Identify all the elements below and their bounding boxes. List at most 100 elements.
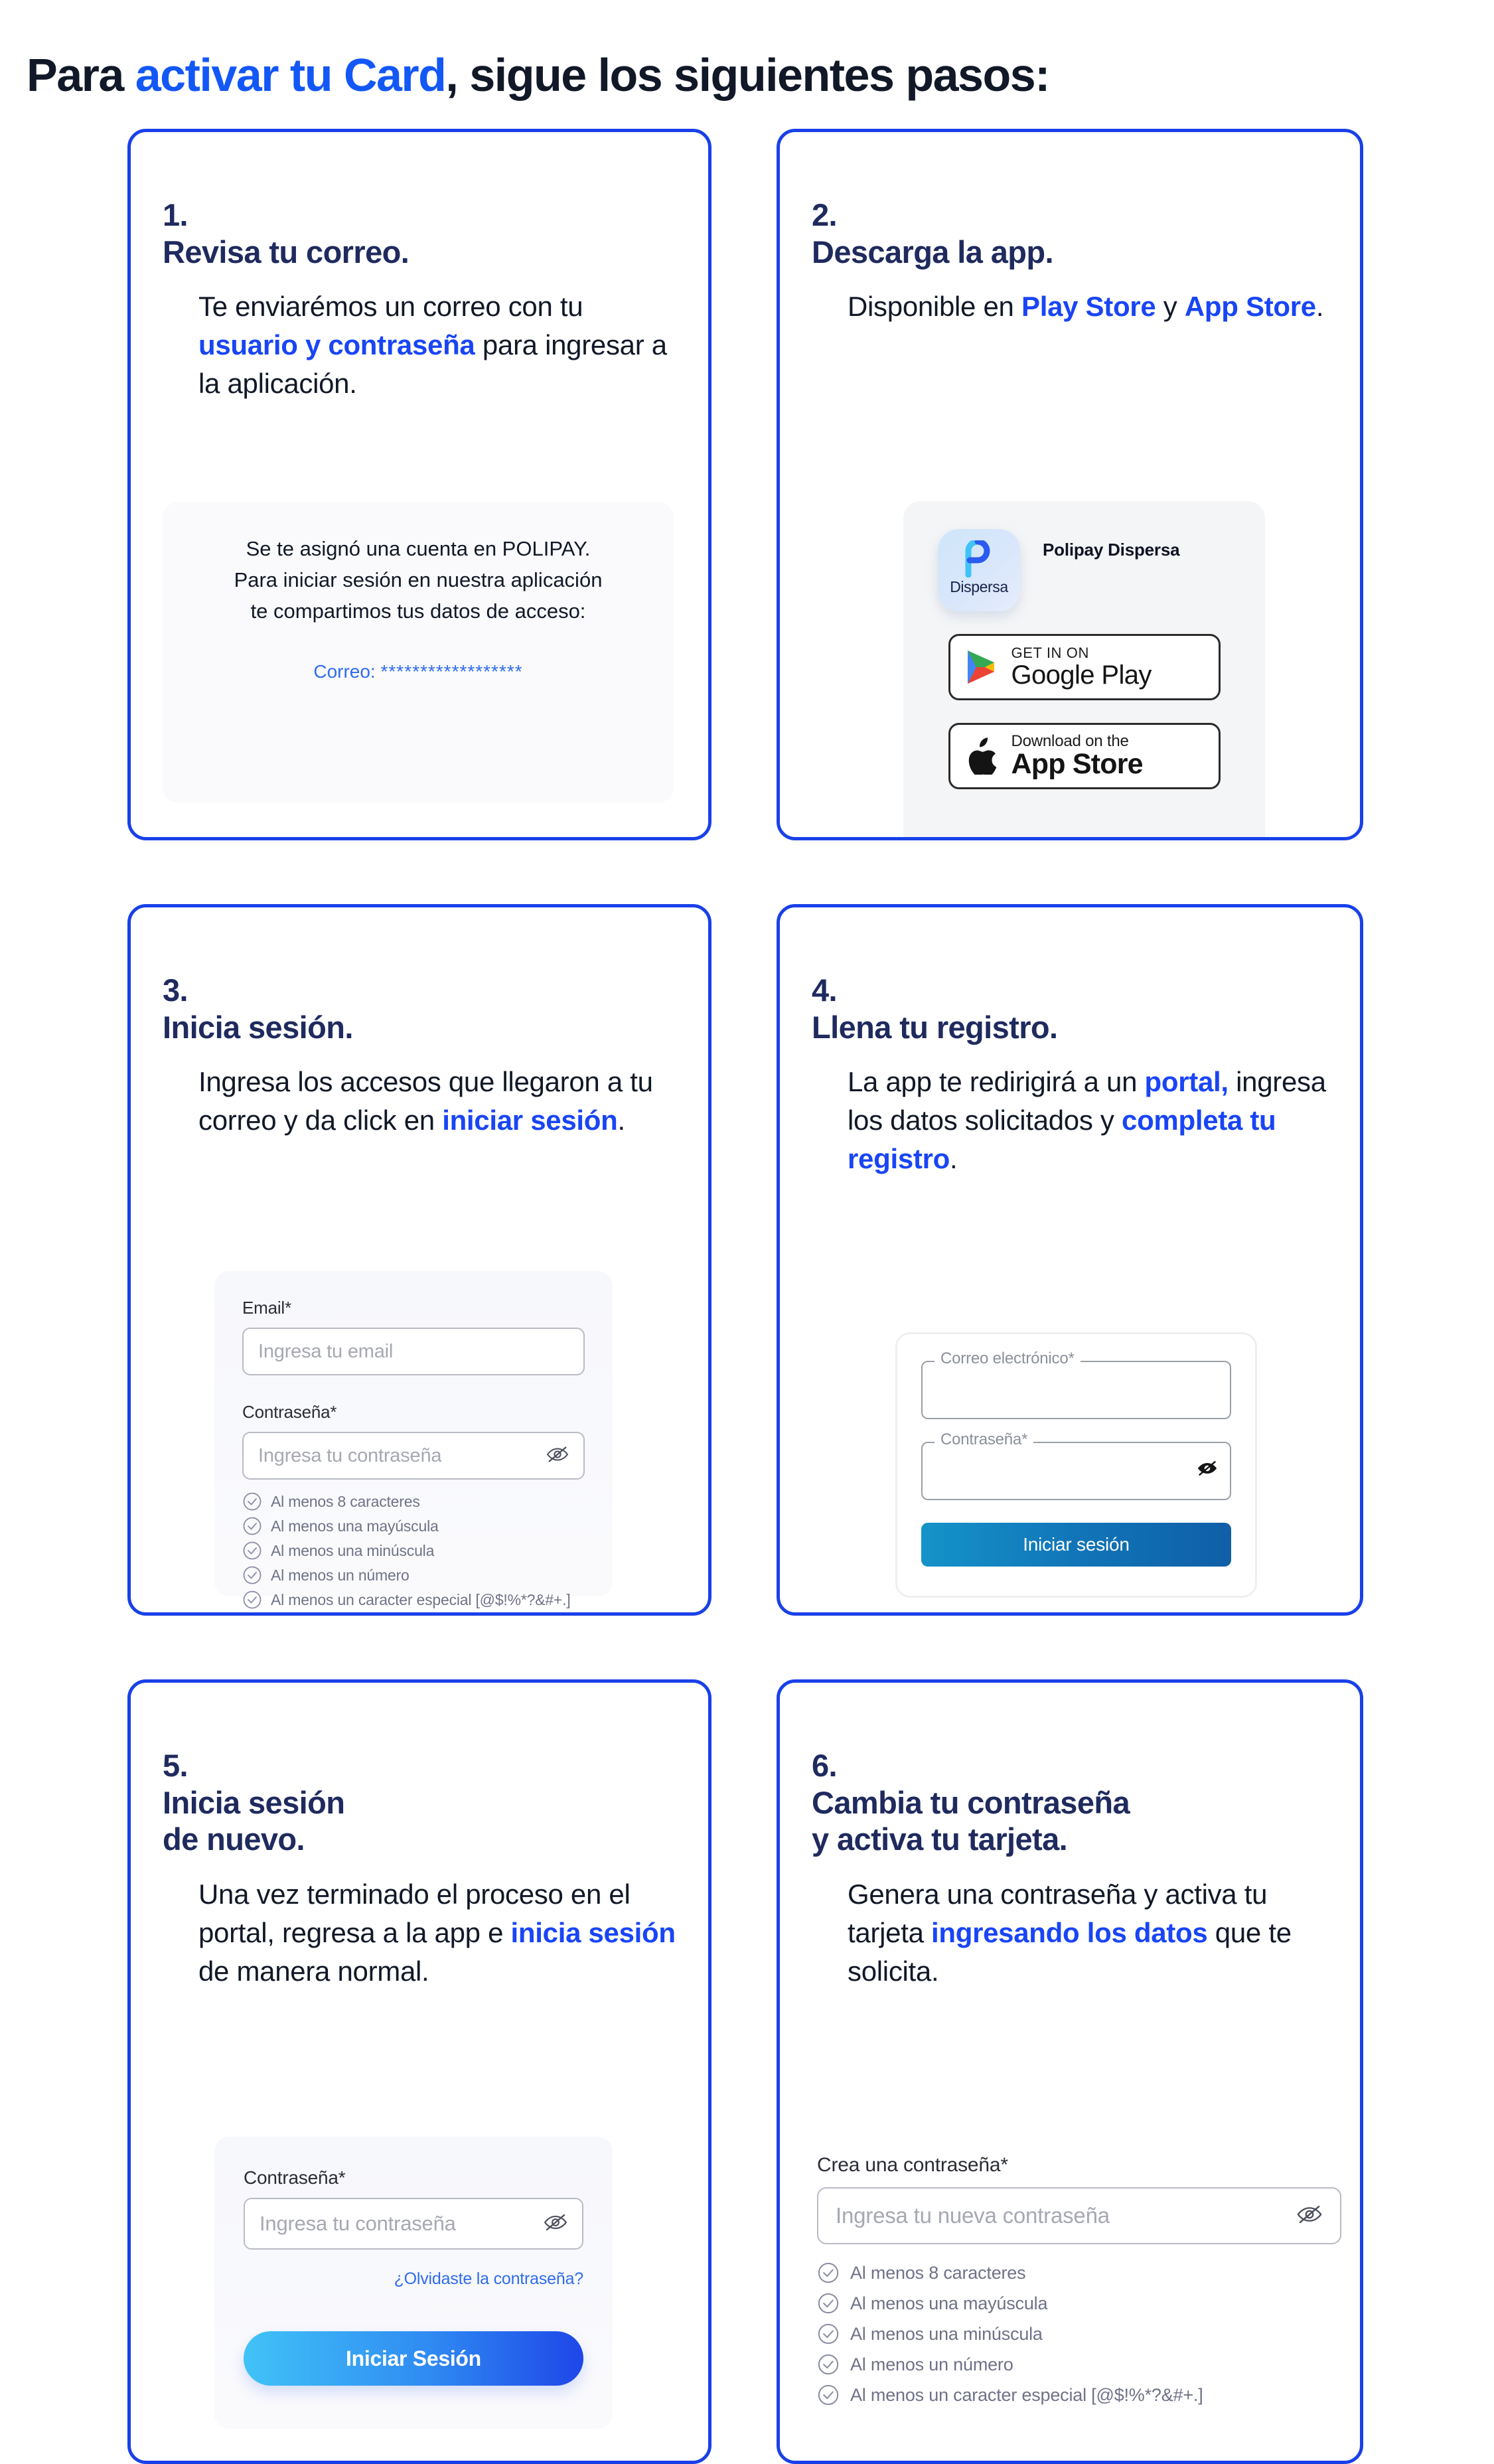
portal-email-field[interactable]: Correo electrónico* bbox=[921, 1349, 1231, 1419]
step-6-body-highlight: ingresando los datos bbox=[931, 1916, 1208, 1948]
step-1-title: Revisa tu correo. bbox=[163, 234, 410, 270]
step-3-number: 3. bbox=[163, 972, 188, 1008]
password-rule-text: Al menos un caracter especial [@$!%*?&#+… bbox=[271, 1590, 571, 1608]
portal-submit-label: Iniciar sesión bbox=[1023, 1534, 1130, 1555]
step-2-title: Descarga la app. bbox=[812, 234, 1054, 270]
step-6-body: Genera una contraseña y activa tu tarjet… bbox=[848, 1875, 1328, 1991]
app-store-mock: Dispersa Polipay Dispersa GET IN ON Goog… bbox=[903, 501, 1265, 837]
step-2-app-store-highlight: App Store bbox=[1184, 291, 1316, 323]
step-3-title: Inicia sesión. bbox=[163, 1009, 353, 1045]
password-rule-text: Al menos 8 caracteres bbox=[850, 2262, 1026, 2283]
password-rule: Al menos un número bbox=[817, 2353, 1341, 2376]
dispersa-p-logo-icon bbox=[938, 540, 1020, 578]
app-name-label: Polipay Dispersa bbox=[1043, 540, 1180, 560]
step-4-title: Llena tu registro. bbox=[812, 1009, 1058, 1045]
password-input[interactable]: Ingresa tu contraseña bbox=[242, 1432, 585, 1480]
password-field-label: Contraseña* bbox=[242, 1402, 337, 1422]
password-rule-text: Al menos un número bbox=[850, 2354, 1013, 2374]
step-4-content: 4. Llena tu registro. La app te redirigi… bbox=[780, 907, 1360, 1178]
step-5-content: 5. Inicia sesión de nuevo. Una vez termi… bbox=[131, 1683, 708, 1991]
step-1-heading: 1. Revisa tu correo. bbox=[163, 160, 676, 270]
password-rule: Al menos un caracter especial [@$!%*?&#+… bbox=[817, 2384, 1341, 2406]
step-1-body: Te enviarémos un correo con tu usuario y… bbox=[198, 287, 676, 403]
google-play-badge-main: Google Play bbox=[1011, 660, 1152, 690]
step-3-content: 3. Inicia sesión. Ingresa los accesos qu… bbox=[131, 907, 708, 1140]
step-5-body-part-3: de manera normal. bbox=[198, 1955, 429, 1987]
step-5-heading: 5. Inicia sesión de nuevo. bbox=[163, 1711, 676, 1858]
portal-submit-button[interactable]: Iniciar sesión bbox=[921, 1523, 1231, 1567]
eye-off-icon[interactable] bbox=[546, 1445, 569, 1467]
email-body-text: Se te asignó una cuenta en POLIPAY. Para… bbox=[234, 537, 603, 623]
forgot-password-link[interactable]: ¿Olvidaste la contraseña? bbox=[244, 2270, 584, 2289]
password-rules-list: Al menos 8 caracteres Al menos una mayús… bbox=[242, 1492, 585, 1610]
relogin-form-mock: Contraseña* Ingresa tu contraseña ¿Olvid… bbox=[214, 2137, 613, 2429]
portal-password-field[interactable]: Contraseña* bbox=[921, 1430, 1231, 1500]
step-4-portal-highlight: portal, bbox=[1144, 1066, 1229, 1098]
step-3-body-highlight: iniciar sesión bbox=[442, 1105, 618, 1136]
step-3-body-part-3: . bbox=[617, 1105, 625, 1136]
step-card-4: 4. Llena tu registro. La app te redirigi… bbox=[777, 904, 1363, 1616]
dispersa-icon-label: Dispersa bbox=[950, 578, 1008, 595]
relogin-password-input[interactable]: Ingresa tu contraseña bbox=[244, 2198, 583, 2250]
check-circle-icon bbox=[817, 2353, 840, 2376]
eye-off-icon[interactable] bbox=[544, 2212, 567, 2236]
step-2-body-part-1: Disponible en bbox=[848, 291, 1021, 323]
step-1-content: 1. Revisa tu correo. Te enviarémos un co… bbox=[131, 132, 708, 403]
step-5-number: 5. bbox=[163, 1748, 188, 1784]
title-prefix: Para bbox=[27, 48, 135, 101]
portal-email-label: Correo electrónico* bbox=[934, 1349, 1081, 1368]
new-password-input[interactable]: Ingresa tu nueva contraseña bbox=[817, 2187, 1341, 2244]
step-5-body: Una vez terminado el proceso en el porta… bbox=[198, 1875, 676, 1991]
step-2-body-part-5: . bbox=[1315, 291, 1324, 323]
step-card-6: 6. Cambia tu contraseña y activa tu tarj… bbox=[777, 1679, 1363, 2464]
step-2-content: 2. Descarga la app. Disponible en Play S… bbox=[780, 132, 1360, 326]
step-2-body: Disponible en Play Store y App Store. bbox=[848, 287, 1328, 326]
google-play-badge[interactable]: GET IN ON Google Play bbox=[948, 634, 1221, 700]
step-1-body-part-1: Te enviarémos un correo con tu bbox=[198, 291, 583, 323]
step-card-2: 2. Descarga la app. Disponible en Play S… bbox=[777, 129, 1363, 840]
google-play-badge-top: GET IN ON bbox=[1011, 645, 1089, 662]
step-6-heading: 6. Cambia tu contraseña y activa tu tarj… bbox=[812, 1711, 1328, 1858]
step-2-body-part-3: y bbox=[1156, 291, 1185, 323]
step-4-body-part-1: La app te redirigirá a un bbox=[848, 1066, 1145, 1098]
app-store-badge[interactable]: Download on the App Store bbox=[948, 723, 1221, 789]
step-5-body-highlight: inicia sesión bbox=[510, 1916, 676, 1948]
page-title: Para activar tu Card, sigue los siguient… bbox=[27, 48, 1467, 102]
step-4-heading: 4. Llena tu registro. bbox=[812, 935, 1328, 1045]
step-4-number: 4. bbox=[812, 972, 838, 1008]
email-field-value: ****************** bbox=[380, 661, 523, 682]
step-5-title: Inicia sesión de nuevo. bbox=[163, 1784, 345, 1857]
new-password-rules-list: Al menos 8 caracteres Al menos una mayús… bbox=[817, 2262, 1341, 2406]
relogin-submit-label: Iniciar Sesión bbox=[346, 2346, 481, 2370]
password-rule-text: Al menos una minúscula bbox=[850, 2323, 1043, 2344]
eye-off-icon[interactable] bbox=[1197, 1459, 1218, 1481]
new-password-label: Crea una contraseña* bbox=[817, 2154, 1008, 2176]
relogin-submit-button[interactable]: Iniciar Sesión bbox=[244, 2331, 583, 2386]
eye-off-icon[interactable] bbox=[1296, 2204, 1323, 2228]
step-card-3: 3. Inicia sesión. Ingresa los accesos qu… bbox=[127, 904, 711, 1616]
title-suffix: , sigue los siguientes pasos: bbox=[445, 48, 1050, 101]
password-rule: Al menos una minúscula bbox=[817, 2323, 1341, 2345]
password-rule-text: Al menos un caracter especial [@$!%*?&#+… bbox=[850, 2384, 1203, 2405]
google-play-icon bbox=[950, 649, 1011, 685]
apple-icon bbox=[950, 737, 1011, 775]
password-rule: Al menos 8 caracteres bbox=[242, 1492, 585, 1511]
app-identity-row: Dispersa Polipay Dispersa bbox=[903, 529, 1265, 611]
password-rule: Al menos un número bbox=[242, 1565, 585, 1585]
google-play-badge-text: GET IN ON Google Play bbox=[1011, 645, 1152, 688]
portal-password-label: Contraseña* bbox=[934, 1430, 1034, 1449]
email-credentials-row: Correo: ****************** bbox=[192, 661, 644, 682]
check-circle-icon bbox=[242, 1492, 262, 1511]
portal-form-mock: Correo electrónico* Contraseña* Iniciar bbox=[895, 1332, 1257, 1598]
step-3-body: Ingresa los accesos que llegaron a tu co… bbox=[198, 1063, 676, 1140]
password-rule-text: Al menos una mayúscula bbox=[850, 2293, 1048, 2313]
check-circle-icon bbox=[242, 1516, 262, 1536]
email-preview-mock: Se te asignó una cuenta en POLIPAY. Para… bbox=[163, 502, 674, 803]
step-1-number: 1. bbox=[163, 197, 188, 233]
portal-password-box bbox=[921, 1442, 1231, 1500]
check-circle-icon bbox=[242, 1590, 262, 1610]
password-rule-text: Al menos una mayúscula bbox=[271, 1517, 439, 1535]
email-input[interactable]: Ingresa tu email bbox=[242, 1328, 585, 1375]
step-6-content: 6. Cambia tu contraseña y activa tu tarj… bbox=[780, 1683, 1360, 1991]
relogin-password-label: Contraseña* bbox=[244, 2167, 346, 2188]
